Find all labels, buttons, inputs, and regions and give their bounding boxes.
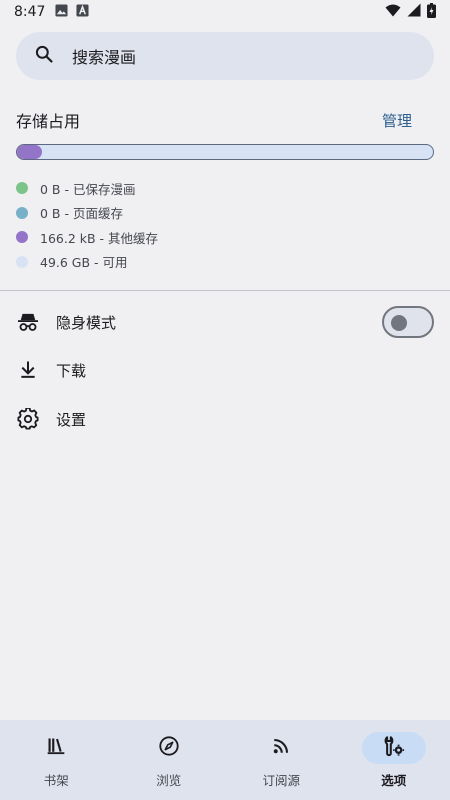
nav-feeds-indicator — [249, 732, 313, 764]
legend-item-saved-manga: 0 B - 已保存漫画 — [16, 176, 158, 201]
nav-feeds-label: 订阅源 — [262, 773, 300, 788]
image-notification-icon — [55, 3, 68, 21]
legend-text-other-cache: 166.2 kB - 其他缓存 — [40, 230, 159, 246]
legend-text-page-cache: 0 B - 页面缓存 — [40, 206, 123, 222]
app-notification-icon — [76, 3, 89, 21]
nav-library-indicator — [24, 732, 88, 764]
settings-row[interactable]: 设置 — [16, 397, 434, 441]
nav-browse-label: 浏览 — [156, 773, 182, 788]
storage-usage-bar — [16, 144, 434, 160]
legend-item-page-cache: 0 B - 页面缓存 — [16, 201, 158, 226]
legend-text-saved: 0 B - 已保存漫画 — [40, 181, 136, 197]
legend-text-available: 49.6 GB - 可用 — [40, 255, 128, 271]
status-time: 8:47 — [14, 4, 46, 20]
legend-item-available: 49.6 GB - 可用 — [16, 250, 158, 275]
storage-title: 存储占用 — [16, 112, 81, 131]
status-bar: 8:47 — [0, 0, 450, 24]
compass-icon — [158, 735, 180, 761]
downloads-label: 下载 — [56, 361, 87, 380]
legend-dot-page-cache — [16, 206, 28, 219]
downloads-row[interactable]: 下载 — [16, 348, 434, 392]
search-icon[interactable] — [34, 44, 54, 68]
library-icon — [46, 736, 66, 760]
incognito-mode-row[interactable]: 隐身模式 — [16, 300, 434, 344]
search-bar[interactable]: 搜索漫画 — [16, 32, 434, 80]
nav-library-label: 书架 — [43, 773, 69, 788]
storage-used-segment — [17, 145, 42, 159]
download-icon — [16, 358, 40, 382]
incognito-mode-label: 隐身模式 — [56, 313, 117, 332]
legend-dot-available — [16, 255, 28, 268]
nav-library[interactable]: 书架 — [0, 720, 113, 800]
incognito-toggle[interactable] — [382, 306, 434, 338]
tools-icon — [383, 735, 405, 761]
rss-icon — [272, 737, 290, 759]
cellular-signal-icon — [407, 3, 421, 21]
battery-icon — [427, 2, 436, 22]
search-input-placeholder[interactable]: 搜索漫画 — [72, 44, 136, 68]
wifi-icon — [385, 4, 401, 21]
storage-legend: 0 B - 已保存漫画 0 B - 页面缓存 166.2 kB - 其他缓存 4… — [16, 176, 158, 274]
incognito-icon — [16, 310, 40, 334]
bottom-navigation: 书架 浏览 订阅源 选项 — [0, 720, 450, 800]
legend-dot-saved — [16, 182, 28, 195]
storage-header: 存储占用 管理 — [16, 108, 434, 132]
settings-label: 设置 — [56, 410, 87, 429]
gear-icon — [16, 407, 40, 431]
nav-browse-indicator — [137, 732, 201, 764]
nav-more-label: 选项 — [381, 773, 407, 788]
manage-storage-button[interactable]: 管理 — [382, 110, 412, 131]
nav-more[interactable]: 选项 — [338, 720, 450, 800]
legend-dot-other-cache — [16, 231, 28, 244]
section-divider — [0, 290, 450, 291]
nav-browse[interactable]: 浏览 — [113, 720, 226, 800]
incognito-toggle-knob — [391, 315, 407, 331]
nav-more-indicator — [361, 732, 426, 764]
legend-item-other-cache: 166.2 kB - 其他缓存 — [16, 225, 158, 250]
nav-feeds[interactable]: 订阅源 — [225, 720, 338, 800]
